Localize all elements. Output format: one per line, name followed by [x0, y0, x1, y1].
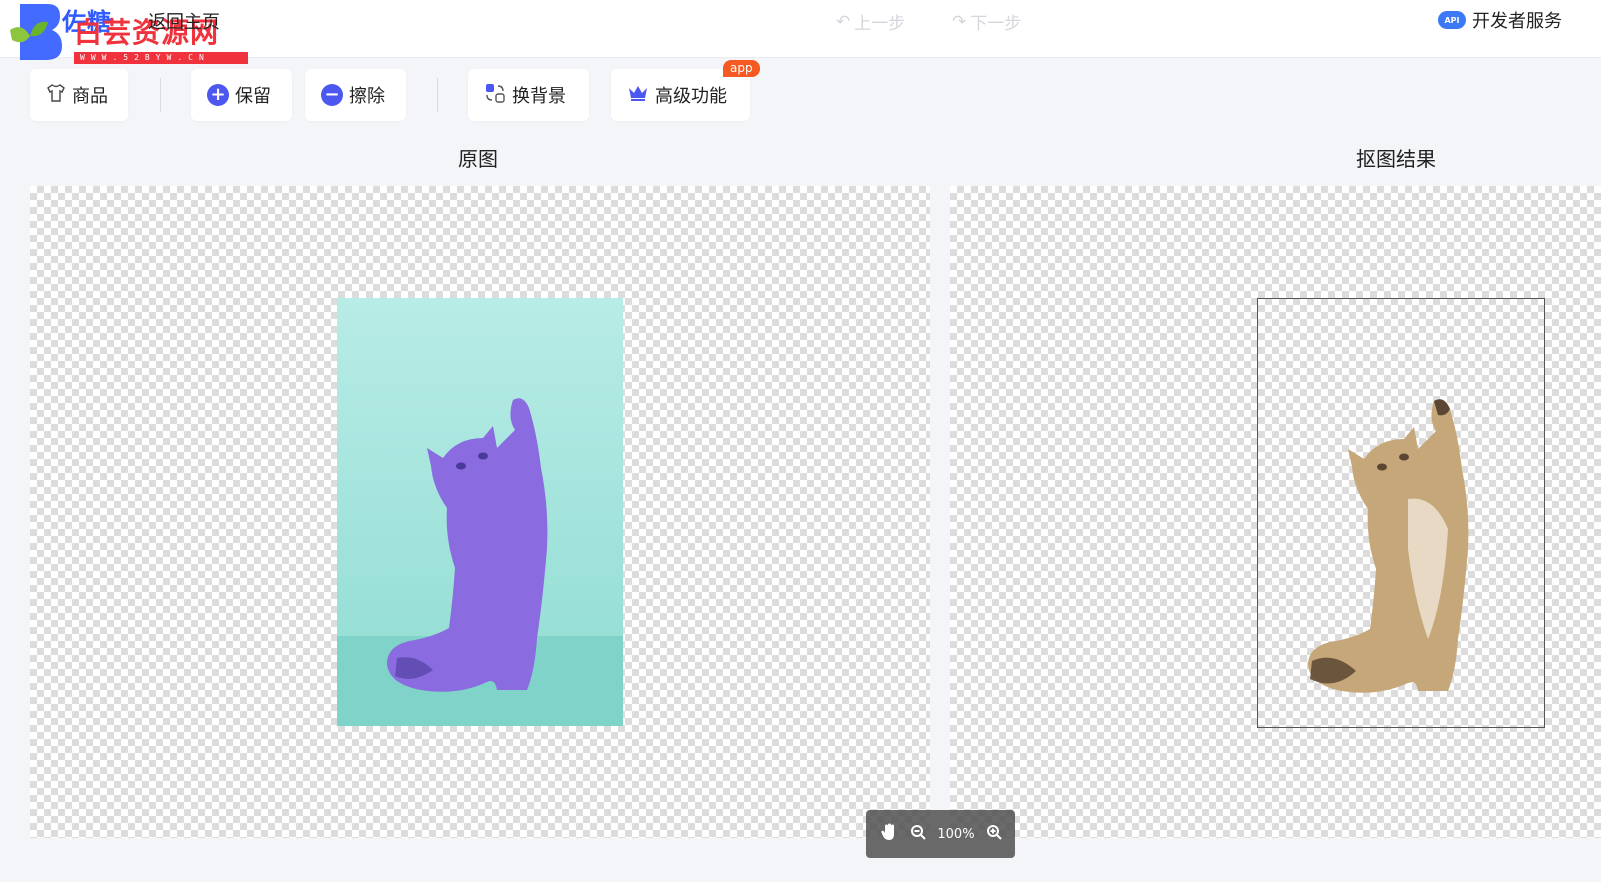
cat-silhouette-original — [387, 398, 548, 692]
redo-button[interactable]: ↷ 下一步 — [952, 9, 1022, 35]
redo-icon: ↷ — [952, 11, 967, 32]
original-photo — [337, 298, 623, 726]
keep-label: 保留 — [235, 86, 271, 107]
toolbar-divider — [160, 78, 161, 112]
product-label: 商品 — [72, 86, 108, 107]
original-canvas[interactable] — [30, 186, 930, 838]
top-bar: 佐糖 白芸资源网 WWW.52BYW.CN 返回主页 ↶ 上一步 ↷ 下一步 A… — [0, 0, 1601, 64]
api-cloud-icon: API — [1438, 11, 1466, 29]
keep-button[interactable]: + 保留 — [191, 69, 292, 121]
product-button[interactable]: 商品 — [30, 69, 128, 121]
plus-circle-icon: + — [207, 84, 229, 106]
erase-button[interactable]: − 擦除 — [305, 69, 406, 121]
crown-icon — [627, 84, 649, 107]
app-badge: app — [723, 60, 760, 77]
brand-logo[interactable] — [8, 0, 64, 64]
undo-icon: ↶ — [836, 11, 851, 32]
original-panel-title: 原图 — [458, 147, 498, 171]
zoom-level: 100% — [937, 826, 975, 842]
redo-label: 下一步 — [970, 14, 1022, 34]
change-background-label: 换背景 — [512, 86, 566, 107]
result-panel-title: 抠图结果 — [1356, 147, 1436, 171]
back-home-link[interactable]: 返回主页 — [148, 8, 220, 34]
minus-circle-icon: − — [321, 84, 343, 106]
toolbar-divider — [437, 78, 438, 112]
change-background-button[interactable]: 换背景 — [468, 69, 589, 121]
developer-service-label: 开发者服务 — [1472, 11, 1562, 32]
tool-bar: 商品 + 保留 − 擦除 换背景 高级功能 — [0, 58, 1601, 128]
swap-background-icon — [484, 82, 506, 109]
zoom-out-icon[interactable] — [910, 824, 927, 844]
cat-cutout-result — [1308, 399, 1469, 693]
undo-button[interactable]: ↶ 上一步 — [836, 9, 906, 35]
undo-label: 上一步 — [854, 14, 906, 34]
zoom-controls: 100% — [866, 810, 1015, 858]
result-canvas[interactable] — [950, 186, 1601, 838]
zoom-in-icon[interactable] — [986, 824, 1002, 844]
developer-service-link[interactable]: API 开发者服务 — [1438, 7, 1562, 33]
advanced-features-label: 高级功能 — [655, 86, 727, 107]
result-frame — [1257, 298, 1545, 728]
shirt-icon — [46, 83, 66, 108]
erase-label: 擦除 — [349, 86, 385, 107]
hand-pan-icon[interactable] — [879, 822, 899, 846]
